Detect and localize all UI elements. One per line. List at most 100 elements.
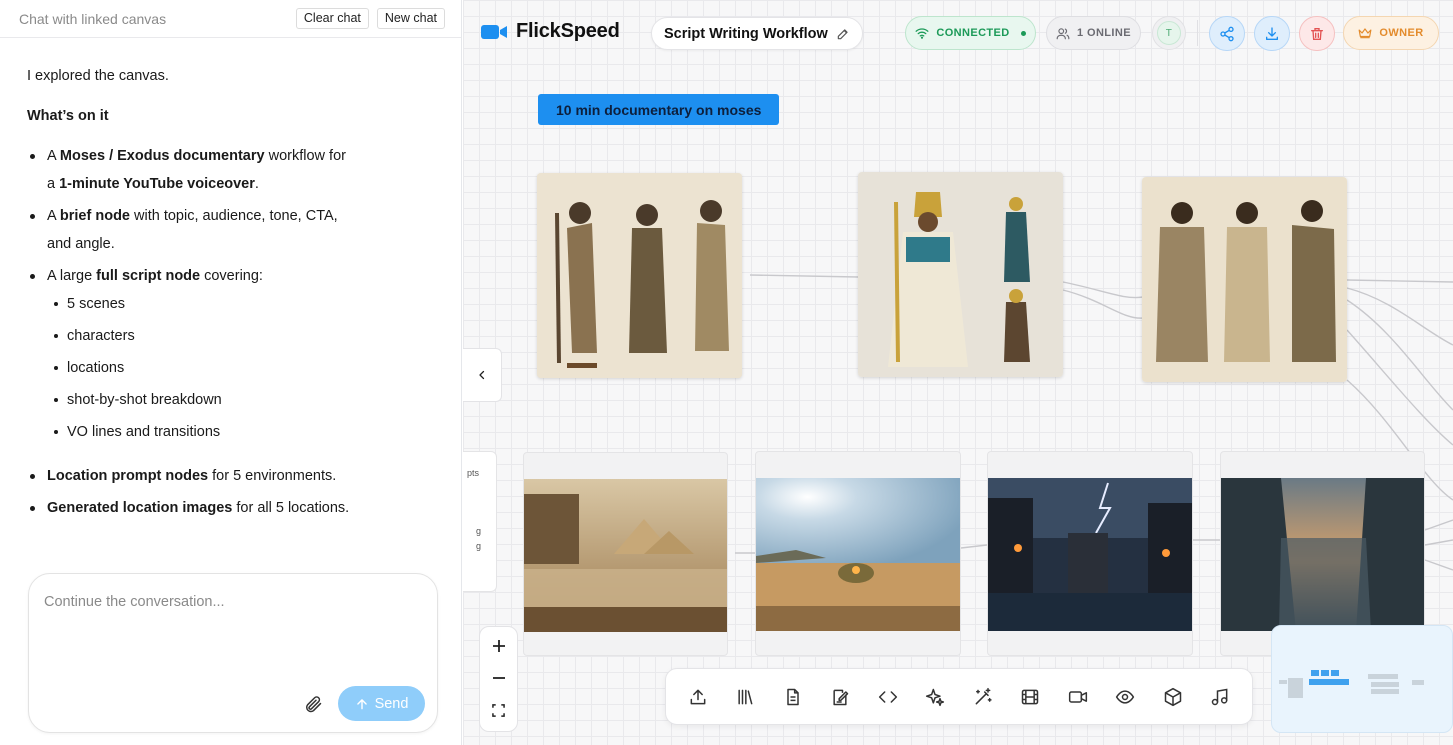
connection-status-text: CONNECTED <box>936 27 1010 39</box>
online-users-badge[interactable]: 1 ONLINE <box>1046 16 1141 50</box>
minimap-node <box>1321 670 1329 676</box>
sub-list-item: 5 scenes <box>47 290 357 322</box>
connection-status-badge: CONNECTED <box>905 16 1036 50</box>
chat-title: Chat with linked canvas <box>19 10 167 27</box>
brand-name: FlickSpeed <box>516 20 620 42</box>
owner-badge: OWNER <box>1343 16 1439 50</box>
location-image-node[interactable] <box>987 451 1193 656</box>
chat-header: Chat with linked canvas Clear chat New c… <box>0 0 461 38</box>
send-label: Send <box>374 695 409 712</box>
chevron-left-icon <box>479 370 485 380</box>
chat-composer: Send <box>28 573 438 733</box>
bold-text: Generated location images <box>47 500 233 516</box>
workflow-title-text: Script Writing Workflow <box>664 25 828 42</box>
pencil-icon[interactable] <box>836 27 850 41</box>
collapse-chat-button[interactable] <box>463 348 502 402</box>
bold-text: full script node <box>96 268 201 284</box>
sub-list-item: locations <box>47 354 357 386</box>
upload-icon[interactable] <box>681 680 715 714</box>
sub-list-item: shot-by-shot breakdown <box>47 386 357 418</box>
location-image-node[interactable] <box>523 452 728 656</box>
list-item: A Moses / Exodus documentary workflow fo… <box>27 142 357 198</box>
user-avatar-button[interactable]: T <box>1152 16 1186 50</box>
prompt-node[interactable]: 10 min documentary on moses <box>538 94 780 125</box>
delete-button[interactable] <box>1299 16 1335 51</box>
download-icon <box>1266 26 1278 40</box>
bold-text: brief node <box>59 208 130 224</box>
document-icon[interactable] <box>776 680 810 714</box>
minimap-node <box>1371 682 1399 687</box>
minimap-node <box>1309 679 1349 685</box>
message-input[interactable] <box>44 594 414 674</box>
toolbar-divider <box>1197 20 1198 46</box>
minimap-node <box>1371 689 1399 694</box>
zoom-controls <box>479 626 518 732</box>
clear-chat-button[interactable]: Clear chat <box>295 8 369 29</box>
sparkles-icon[interactable] <box>918 680 952 714</box>
minimap-node <box>1311 670 1319 676</box>
chat-panel: Chat with linked canvas Clear chat New c… <box>0 0 462 745</box>
character-image-node[interactable] <box>858 172 1063 377</box>
pyramids-location-image <box>524 479 727 632</box>
cube-icon[interactable] <box>1156 680 1190 714</box>
video-camera-icon[interactable] <box>1061 680 1095 714</box>
note-icon[interactable] <box>823 680 857 714</box>
status-dot-icon <box>1020 30 1026 36</box>
brand-logo[interactable]: FlickSpeed <box>480 20 620 43</box>
list-item: A brief node with topic, audience, tone,… <box>27 202 357 258</box>
message-heading: What’s on it <box>27 108 109 124</box>
list-item: Generated location images for all 5 loca… <box>27 494 357 522</box>
video-camera-icon <box>481 24 507 39</box>
workflow-canvas[interactable]: FlickSpeed Script Writing Workflow CONNE… <box>463 0 1453 745</box>
users-icon <box>1056 27 1070 39</box>
owner-text: OWNER <box>1379 27 1424 39</box>
sub-list: 5 scenes characters locations shot-by-sh… <box>47 290 357 450</box>
moses-character-image <box>537 173 742 378</box>
character-image-node[interactable] <box>537 173 742 378</box>
list-item: Location prompt nodes for 5 environments… <box>27 462 357 490</box>
character-image-node[interactable] <box>1142 177 1347 382</box>
sub-list-item: characters <box>47 322 357 354</box>
send-button[interactable]: Send <box>338 686 425 721</box>
online-count-text: 1 ONLINE <box>1077 27 1131 39</box>
download-button[interactable] <box>1254 16 1290 51</box>
desert-bush-location-image <box>756 478 960 631</box>
magic-wand-icon[interactable] <box>966 680 1000 714</box>
partial-node-text: pts <box>467 468 480 478</box>
list-item: A large full script node covering: 5 sce… <box>27 262 357 450</box>
assistant-message: I explored the canvas. What’s on it A Mo… <box>27 62 357 526</box>
code-icon[interactable] <box>871 680 905 714</box>
partial-node-text: g <box>476 541 482 551</box>
partial-text-node[interactable]: pts g g <box>463 451 497 592</box>
library-icon[interactable] <box>728 680 762 714</box>
minimap-node <box>1288 678 1303 698</box>
minimap-node <box>1412 680 1424 685</box>
zoom-in-icon[interactable] <box>492 638 506 656</box>
eye-icon[interactable] <box>1108 680 1142 714</box>
message-bullet-list: A Moses / Exodus documentary workflow fo… <box>27 142 357 522</box>
minimap-node <box>1279 680 1287 684</box>
music-icon[interactable] <box>1203 680 1237 714</box>
aaron-character-image <box>1142 177 1347 382</box>
paperclip-icon[interactable] <box>303 694 323 714</box>
crown-icon <box>1358 28 1372 39</box>
avatar: T <box>1157 21 1181 45</box>
app-root: Chat with linked canvas Clear chat New c… <box>0 0 1453 745</box>
partial-node-text: g <box>476 526 482 536</box>
minimap[interactable] <box>1271 625 1453 733</box>
message-intro: I explored the canvas. <box>27 68 169 84</box>
new-chat-button[interactable]: New chat <box>376 8 445 29</box>
share-button[interactable] <box>1209 16 1245 51</box>
film-icon[interactable] <box>1013 680 1047 714</box>
workflow-title[interactable]: Script Writing Workflow <box>651 17 863 50</box>
location-image-node[interactable] <box>755 451 961 656</box>
trash-icon <box>1311 27 1323 40</box>
fit-view-icon[interactable] <box>492 702 505 720</box>
minimap-node <box>1331 670 1339 676</box>
zoom-out-icon[interactable] <box>492 670 506 688</box>
pharaoh-character-image <box>858 172 1063 377</box>
arrow-up-icon <box>356 698 367 709</box>
sub-list-item: VO lines and transitions <box>47 418 357 450</box>
minimap-node <box>1368 674 1398 679</box>
bold-text: Location prompt nodes <box>47 468 209 484</box>
